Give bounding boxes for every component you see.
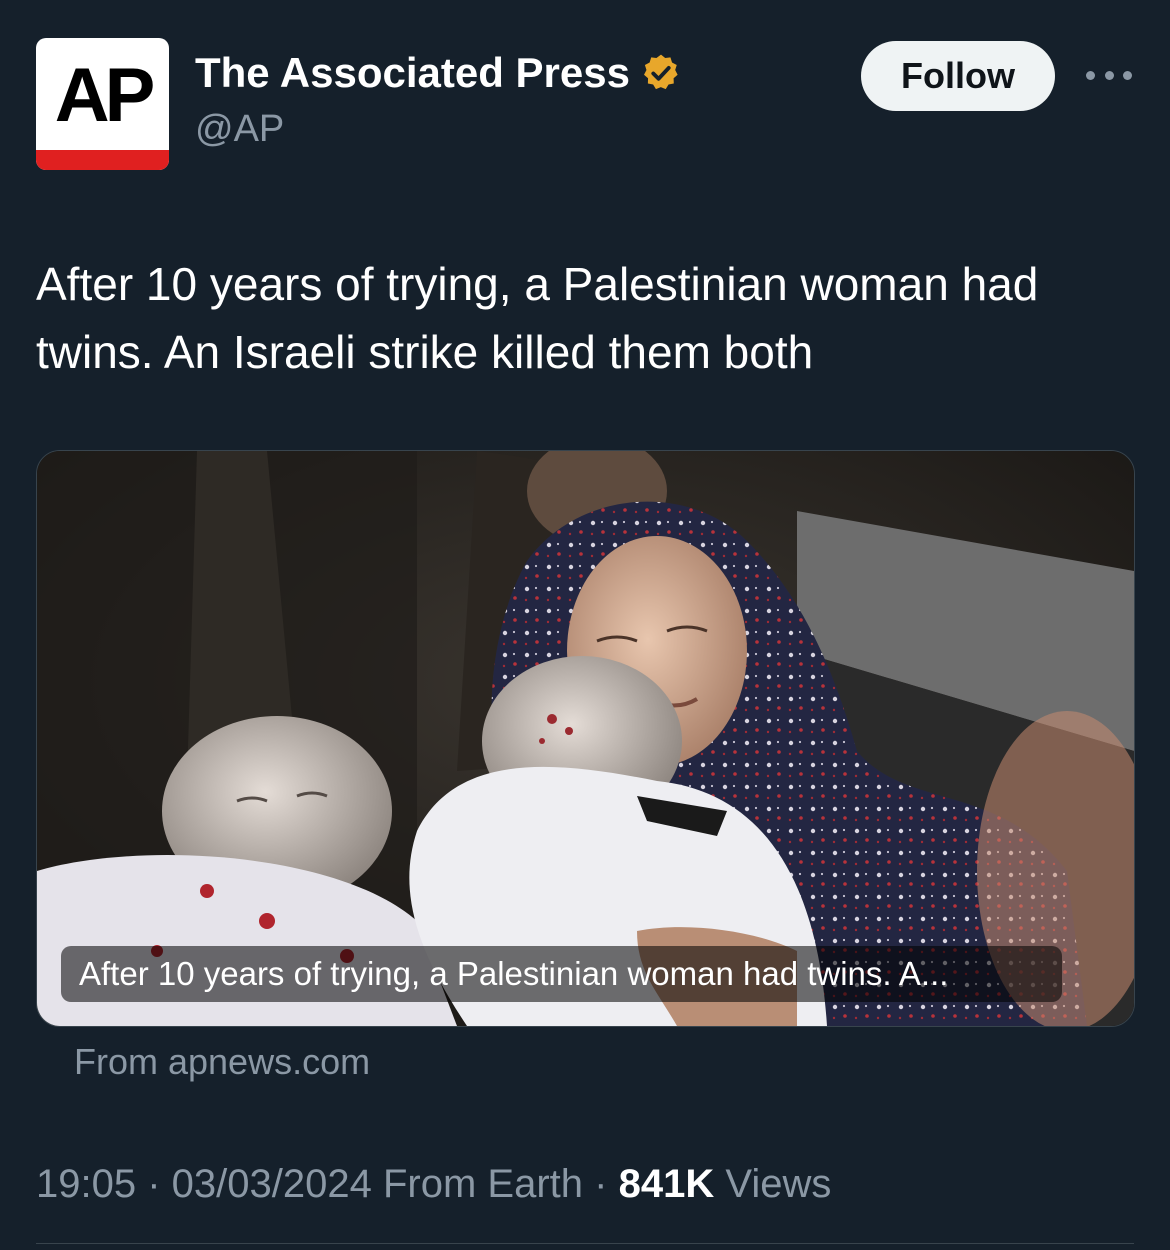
tweet-origin: From Earth	[383, 1162, 584, 1206]
author-display-name[interactable]: The Associated Press	[195, 52, 630, 94]
tweet-page: AP The Associated Press @AP Follow After…	[0, 0, 1170, 1250]
views-count: 841K	[618, 1162, 715, 1206]
tweet-text: After 10 years of trying, a Palestinian …	[36, 258, 1039, 378]
views-label: Views	[725, 1162, 832, 1206]
verified-badge-icon[interactable]	[640, 52, 682, 94]
author-avatar[interactable]: AP	[36, 38, 169, 170]
more-dot	[1086, 70, 1095, 80]
link-card[interactable]: After 10 years of trying, a Palestinian …	[36, 450, 1135, 1027]
author-name-row: The Associated Press	[195, 52, 682, 94]
link-card-photo	[37, 451, 1134, 1026]
author-handle[interactable]: @AP	[195, 110, 284, 148]
meta-separator: ·	[594, 1162, 619, 1206]
link-card-title: After 10 years of trying, a Palestinian …	[61, 946, 1062, 1002]
more-horizontal-icon[interactable]	[1086, 62, 1132, 88]
more-dot	[1123, 70, 1132, 80]
tweet-time[interactable]: 19:05	[36, 1162, 136, 1206]
ap-logo-text: AP	[54, 53, 156, 138]
meta-separator: ·	[147, 1162, 172, 1206]
ap-logo-red-bar	[36, 150, 169, 170]
link-card-source[interactable]: From apnews.com	[74, 1040, 370, 1084]
follow-button[interactable]: Follow	[861, 41, 1055, 111]
more-dot	[1104, 70, 1114, 80]
divider	[36, 1243, 1134, 1244]
tweet-meta: 19:05 · 03/03/2024 From Earth · 841K Vie…	[36, 1160, 831, 1208]
tweet-date[interactable]: 03/03/2024	[172, 1162, 372, 1206]
